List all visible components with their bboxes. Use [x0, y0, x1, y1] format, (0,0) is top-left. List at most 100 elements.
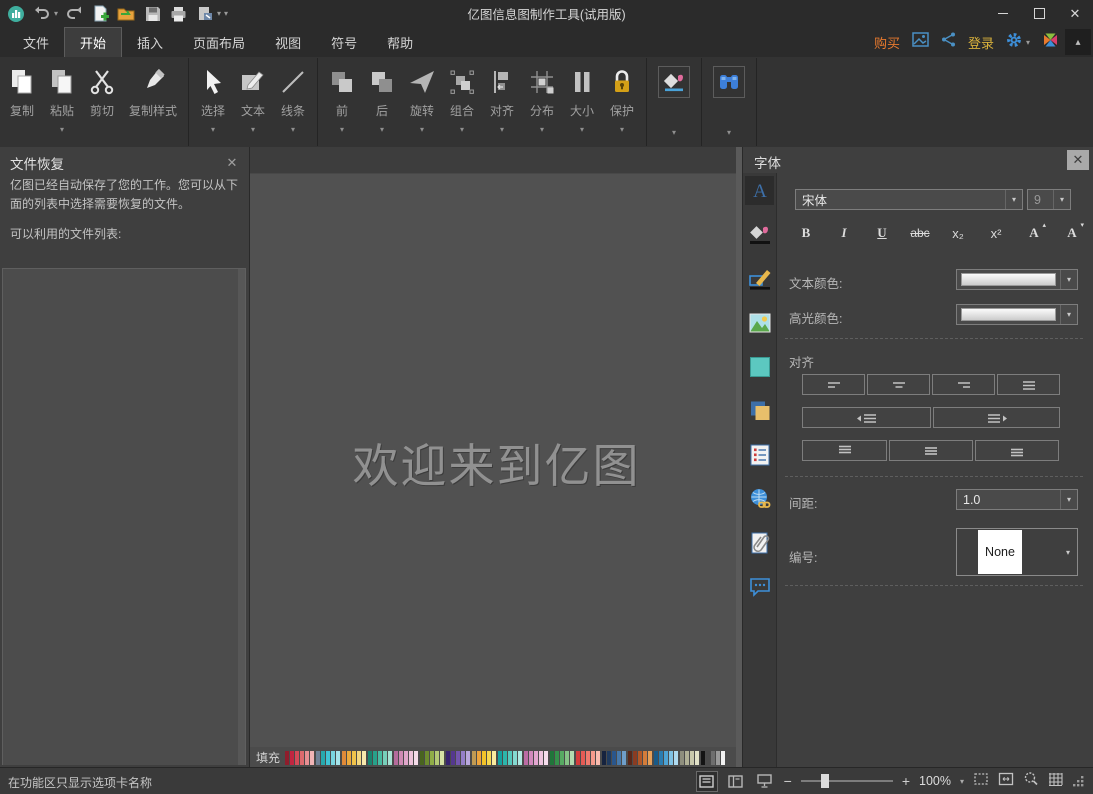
palette-swatch[interactable]	[706, 751, 710, 765]
palette-swatch[interactable]	[362, 751, 366, 765]
zoom-region-icon[interactable]	[1023, 771, 1039, 791]
vertical-align-bottom-button[interactable]	[975, 440, 1059, 461]
normal-view-button[interactable]	[697, 772, 717, 791]
palette-swatch[interactable]	[477, 751, 481, 765]
palette-swatch[interactable]	[602, 751, 606, 765]
palette-swatch[interactable]	[482, 751, 486, 765]
palette-swatch[interactable]	[617, 751, 621, 765]
tab-view[interactable]: 视图	[260, 27, 316, 57]
palette-swatch[interactable]	[290, 751, 294, 765]
palette-swatch[interactable]	[399, 751, 403, 765]
palette-swatch[interactable]	[581, 751, 585, 765]
sidebar-item-note[interactable]	[745, 440, 774, 469]
tab-insert[interactable]: 插入	[122, 27, 178, 57]
protect-dropdown-arrow[interactable]: ▾	[620, 125, 624, 134]
theme-fill-button[interactable]: ▾	[651, 57, 697, 147]
palette-swatch[interactable]	[316, 751, 320, 765]
distribute-dropdown-arrow[interactable]: ▾	[540, 125, 544, 134]
palette-swatch[interactable]	[560, 751, 564, 765]
tab-help[interactable]: 帮助	[372, 27, 428, 57]
palette-swatch[interactable]	[529, 751, 533, 765]
palette-swatch[interactable]	[326, 751, 330, 765]
split-view-button[interactable]	[726, 772, 746, 791]
tab-page-layout[interactable]: 页面布局	[178, 27, 260, 57]
fit-page-icon[interactable]	[998, 772, 1014, 791]
increase-indent-button[interactable]	[933, 407, 1060, 428]
decrease-indent-button[interactable]	[802, 407, 931, 428]
close-button[interactable]: ✕	[1057, 0, 1093, 26]
send-back-button[interactable]: 后 ▾	[362, 57, 402, 147]
buy-button[interactable]: 购买	[874, 33, 900, 52]
palette-swatch[interactable]	[368, 751, 372, 765]
login-button[interactable]: 登录	[968, 33, 994, 52]
palette-swatch[interactable]	[570, 751, 574, 765]
font-panel-close-button[interactable]: ✕	[1067, 150, 1089, 170]
print-button[interactable]	[169, 4, 188, 23]
redo-button[interactable]	[65, 4, 84, 23]
distribute-button[interactable]: 分布 ▾	[522, 57, 562, 147]
align-center-button[interactable]	[867, 374, 930, 395]
palette-swatch[interactable]	[285, 751, 289, 765]
palette-swatch[interactable]	[680, 751, 684, 765]
palette-swatch[interactable]	[591, 751, 595, 765]
window-resize-grip[interactable]	[1072, 775, 1085, 788]
palette-swatch[interactable]	[466, 751, 470, 765]
text-button[interactable]: 文本 ▾	[233, 57, 273, 147]
palette-swatch[interactable]	[295, 751, 299, 765]
superscript-button[interactable]: x²	[985, 226, 1007, 241]
palette-swatch[interactable]	[596, 751, 600, 765]
numbering-dropdown-arrow[interactable]	[1059, 548, 1077, 557]
group-dropdown-arrow[interactable]: ▾	[460, 125, 464, 134]
maximize-button[interactable]	[1021, 0, 1057, 26]
line-dropdown-arrow[interactable]: ▾	[291, 125, 295, 134]
sidebar-item-image[interactable]	[745, 308, 774, 337]
text-color-dropdown-arrow[interactable]	[1060, 270, 1077, 289]
copy-button[interactable]: 复制	[2, 57, 42, 147]
palette-swatch[interactable]	[394, 751, 398, 765]
palette-swatch[interactable]	[331, 751, 335, 765]
palette-swatch[interactable]	[534, 751, 538, 765]
palette-swatch[interactable]	[508, 751, 512, 765]
subscript-button[interactable]: x₂	[947, 226, 969, 241]
underline-button[interactable]: U	[871, 225, 893, 241]
font-size-select[interactable]: 9	[1027, 189, 1071, 210]
palette-swatch[interactable]	[669, 751, 673, 765]
palette-swatch[interactable]	[461, 751, 465, 765]
bring-front-button[interactable]: 前 ▾	[322, 57, 362, 147]
highlight-color-select[interactable]	[956, 304, 1078, 325]
palette-swatch[interactable]	[539, 751, 543, 765]
file-recovery-list[interactable]	[2, 268, 246, 765]
zoom-dropdown-arrow[interactable]: ▾	[960, 777, 964, 786]
minimize-button[interactable]	[985, 0, 1021, 26]
palette-swatch[interactable]	[518, 751, 522, 765]
sidebar-item-attachment[interactable]	[745, 528, 774, 557]
palette-swatch[interactable]	[430, 751, 434, 765]
spacing-select[interactable]: 1.0	[956, 489, 1078, 510]
size-button[interactable]: 大小 ▾	[562, 57, 602, 147]
palette-swatch[interactable]	[674, 751, 678, 765]
zoom-slider-thumb[interactable]	[821, 774, 829, 788]
palette-swatch[interactable]	[492, 751, 496, 765]
palette-swatch[interactable]	[550, 751, 554, 765]
file-recovery-list-scrollbar[interactable]	[238, 269, 245, 765]
palette-swatch[interactable]	[342, 751, 346, 765]
shrink-font-button[interactable]: A▾	[1061, 225, 1083, 241]
share-icon[interactable]	[941, 32, 956, 52]
numbering-select[interactable]: None	[956, 528, 1078, 576]
palette-swatch[interactable]	[716, 751, 720, 765]
sidebar-item-hyperlink[interactable]	[745, 484, 774, 513]
tab-home[interactable]: 开始	[64, 27, 122, 57]
text-color-select[interactable]	[956, 269, 1078, 290]
spacing-dropdown-arrow[interactable]	[1060, 490, 1077, 509]
palette-swatch[interactable]	[357, 751, 361, 765]
bold-button[interactable]: B	[795, 225, 817, 241]
palette-swatch[interactable]	[664, 751, 668, 765]
sidebar-item-layers[interactable]	[745, 396, 774, 425]
find-dropdown-arrow[interactable]: ▾	[727, 128, 731, 137]
vertical-align-top-button[interactable]	[802, 440, 887, 461]
palette-swatch[interactable]	[409, 751, 413, 765]
size-dropdown-arrow[interactable]: ▾	[580, 125, 584, 134]
collapse-ribbon-button[interactable]: ▴	[1065, 29, 1091, 55]
palette-swatch[interactable]	[414, 751, 418, 765]
save-button[interactable]	[143, 4, 162, 23]
